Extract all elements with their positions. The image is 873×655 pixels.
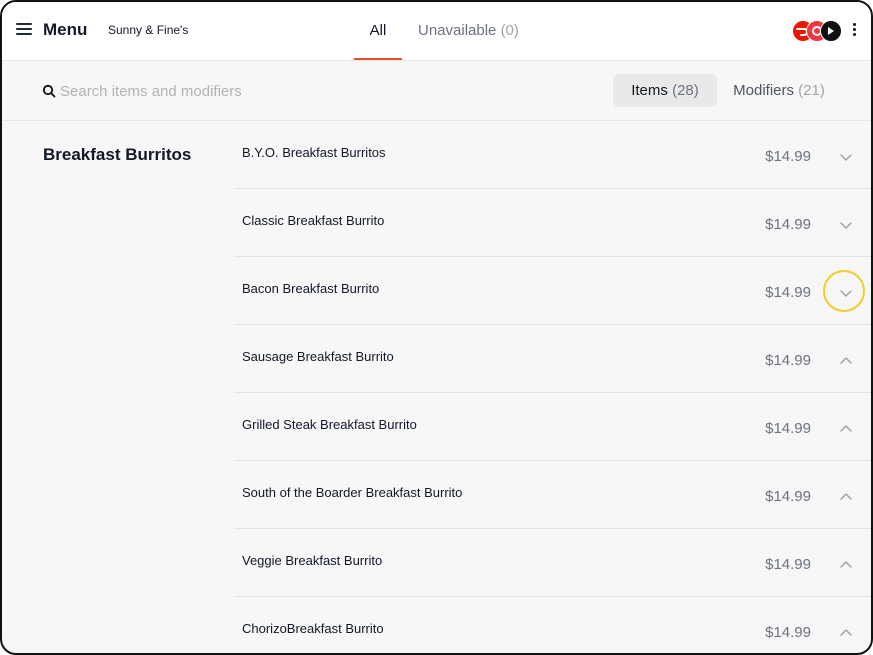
item-name: Grilled Steak Breakfast Burrito: [242, 417, 417, 432]
item-row[interactable]: Veggie Breakfast Burrito $14.99: [234, 529, 871, 597]
item-price: $14.99: [765, 216, 811, 233]
item-row[interactable]: Sausage Breakfast Burrito $14.99: [234, 325, 871, 393]
item-list: B.Y.O. Breakfast Burritos $14.99 Classic…: [234, 121, 871, 653]
hamburger-menu-icon[interactable]: [16, 22, 34, 36]
item-price: $14.99: [765, 488, 811, 505]
page-title: Menu: [43, 20, 88, 39]
top-bar: Menu Sunny & Fine's All Unavailable (0): [2, 2, 871, 61]
item-price: $14.99: [765, 352, 811, 369]
item-name: Bacon Breakfast Burrito: [242, 281, 380, 296]
segment-modifiers[interactable]: Modifiers (21): [724, 74, 834, 107]
integration-logos[interactable]: [792, 20, 848, 42]
item-row[interactable]: Grilled Steak Breakfast Burrito $14.99: [234, 393, 871, 461]
segment-modifiers-count: (21): [798, 82, 825, 99]
segment-modifiers-label: Modifiers: [733, 82, 794, 99]
app-window: Menu Sunny & Fine's All Unavailable (0): [0, 0, 873, 655]
chevron-down-icon[interactable]: [837, 284, 855, 302]
chevron-down-icon[interactable]: [837, 216, 855, 234]
tab-unavailable[interactable]: Unavailable (0): [418, 22, 519, 39]
tab-all-label: All: [369, 22, 387, 39]
tab-unavailable-label: Unavailable: [418, 22, 497, 39]
tab-unavailable-count: (0): [500, 22, 519, 39]
chevron-up-icon[interactable]: [837, 624, 855, 642]
item-row[interactable]: Classic Breakfast Burrito $14.99: [234, 189, 871, 257]
chevron-up-icon[interactable]: [837, 352, 855, 370]
item-price: $14.99: [765, 148, 811, 165]
postmates-logo-icon: [820, 20, 842, 42]
more-options-icon[interactable]: [852, 23, 856, 37]
search-icon: [42, 84, 56, 98]
search-bar: Items (28) Modifiers (21): [2, 61, 871, 121]
item-name: Classic Breakfast Burrito: [242, 213, 385, 228]
store-name[interactable]: Sunny & Fine's: [108, 23, 188, 37]
segment-items[interactable]: Items (28): [613, 74, 717, 107]
tab-all[interactable]: All: [354, 22, 402, 39]
item-name: B.Y.O. Breakfast Burritos: [242, 145, 386, 160]
category-heading: Breakfast Burritos: [43, 145, 192, 164]
segment-items-label: Items: [631, 82, 668, 99]
chevron-up-icon[interactable]: [837, 488, 855, 506]
item-row[interactable]: ChorizoBreakfast Burrito $14.99: [234, 597, 871, 653]
item-price: $14.99: [765, 420, 811, 437]
active-tab-indicator: [354, 58, 402, 60]
item-price: $14.99: [765, 556, 811, 573]
segment-items-count: (28): [672, 82, 699, 99]
chevron-up-icon[interactable]: [837, 420, 855, 438]
item-name: Veggie Breakfast Burrito: [242, 553, 383, 568]
item-row[interactable]: South of the Boarder Breakfast Burrito $…: [234, 461, 871, 529]
item-price: $14.99: [765, 284, 811, 301]
item-price: $14.99: [765, 624, 811, 641]
chevron-up-icon[interactable]: [837, 556, 855, 574]
item-name: Sausage Breakfast Burrito: [242, 349, 394, 364]
item-name: ChorizoBreakfast Burrito: [242, 621, 384, 636]
item-row[interactable]: B.Y.O. Breakfast Burritos $14.99: [234, 121, 871, 189]
item-row[interactable]: Bacon Breakfast Burrito $14.99: [234, 257, 871, 325]
item-name: South of the Boarder Breakfast Burrito: [242, 485, 463, 500]
search-input[interactable]: [60, 79, 420, 103]
chevron-down-icon[interactable]: [837, 148, 855, 166]
